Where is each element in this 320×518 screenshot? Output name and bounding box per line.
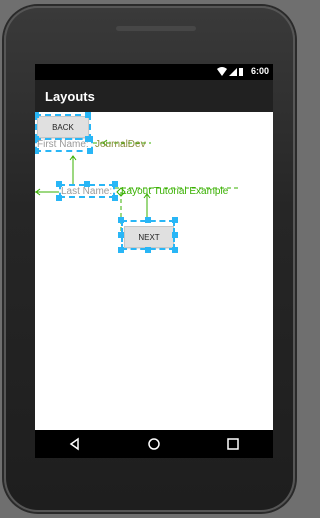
device-frame: 6:00 Layouts BACK First Name: JournalDev… [4,6,295,512]
app-bar: Layouts [35,80,273,112]
battery-icon [239,68,243,76]
resize-handle[interactable] [35,112,39,118]
app-title: Layouts [45,89,95,104]
resize-handle[interactable] [85,112,91,118]
status-icons [217,67,243,76]
constraint-overlay [35,131,240,236]
resize-handle[interactable] [112,195,118,201]
last-name-label: Last Name: [61,186,113,197]
speaker-grille [116,26,196,31]
cell-signal-icon [229,68,237,76]
resize-handle[interactable] [118,232,124,238]
resize-handle[interactable] [145,247,151,253]
home-icon[interactable] [146,436,162,452]
navigation-bar [35,430,273,458]
next-button-selection [121,220,175,250]
arrow-lastname-left [35,188,41,196]
resize-handle[interactable] [112,181,118,187]
wifi-icon [217,67,227,76]
back-button-selection [35,114,91,140]
recents-icon[interactable] [225,436,241,452]
resize-handle[interactable] [172,232,178,238]
resize-handle[interactable] [118,247,124,253]
resize-handle[interactable] [172,247,178,253]
last-name-value: Layout Tutorial Example [121,186,229,197]
back-icon[interactable] [67,436,83,452]
resize-handle[interactable] [172,217,178,223]
status-bar: 6:00 [35,64,273,80]
device-screen: 6:00 Layouts BACK First Name: JournalDev… [35,64,273,458]
arrow-lastname-top [69,155,77,161]
resize-handle[interactable] [145,217,151,223]
resize-handle[interactable] [118,217,124,223]
first-name-value: JournalDev [95,139,146,150]
first-name-label: First Name: [37,139,89,150]
status-time: 6:00 [250,66,269,76]
layout-editor-canvas: BACK First Name: JournalDev Last Name: L… [35,112,273,430]
